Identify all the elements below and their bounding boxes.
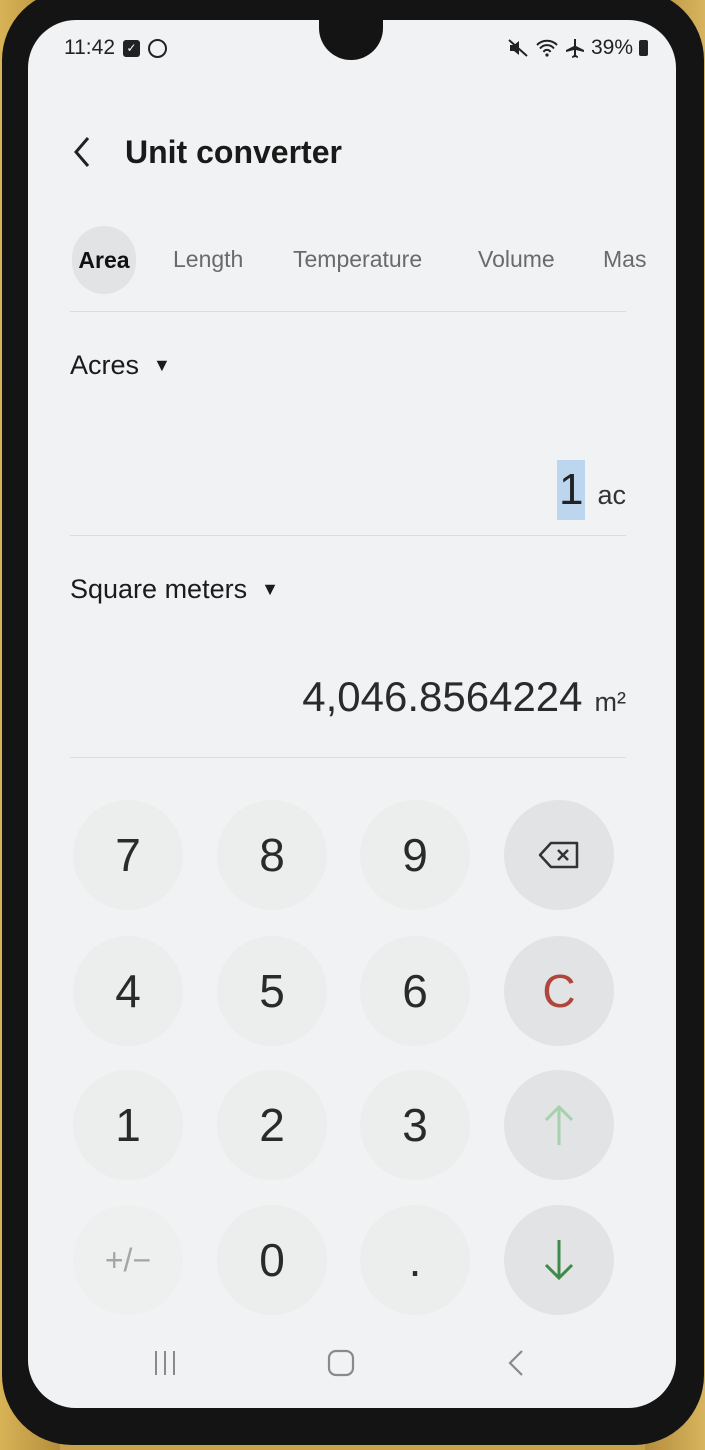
from-unit-symbol: ac xyxy=(597,480,626,510)
status-bar-left: 11:42 ✓ xyxy=(64,36,167,60)
key-7[interactable]: 7 xyxy=(73,800,183,910)
tabs-divider xyxy=(70,311,626,312)
arrow-up-icon xyxy=(544,1104,574,1145)
from-value-field[interactable]: 1 ac xyxy=(556,460,626,520)
from-divider xyxy=(70,535,626,536)
system-navigation-bar xyxy=(28,1348,676,1398)
to-divider xyxy=(70,757,626,758)
key-0[interactable]: 0 xyxy=(217,1205,327,1315)
status-bar-right: 39% xyxy=(507,36,648,60)
page-title: Unit converter xyxy=(125,133,342,170)
back-chevron-icon[interactable] xyxy=(68,132,98,172)
checkbox-notification-icon: ✓ xyxy=(123,39,140,57)
move-down-button[interactable] xyxy=(504,1205,614,1315)
back-nav-icon[interactable] xyxy=(502,1348,532,1378)
clear-button[interactable]: C xyxy=(504,936,614,1046)
key-6[interactable]: 6 xyxy=(360,936,470,1046)
to-value-field[interactable]: 4,046.8564224 m² xyxy=(302,673,626,721)
to-unit-symbol: m² xyxy=(594,687,626,717)
from-unit-dropdown[interactable]: Acres ▼ xyxy=(70,350,171,381)
key-8[interactable]: 8 xyxy=(217,800,327,910)
key-3[interactable]: 3 xyxy=(360,1070,470,1180)
key-9[interactable]: 9 xyxy=(360,800,470,910)
plus-minus-button[interactable]: +/− xyxy=(73,1205,183,1315)
dropdown-caret-icon: ▼ xyxy=(261,579,279,599)
key-4[interactable]: 4 xyxy=(73,936,183,1046)
dropdown-caret-icon: ▼ xyxy=(153,355,171,375)
screen: 11:42 ✓ 39% Unit converter Area Length T… xyxy=(28,20,676,1408)
key-5[interactable]: 5 xyxy=(217,936,327,1046)
from-unit-label: Acres xyxy=(70,350,140,380)
from-value: 1 xyxy=(556,460,586,520)
to-unit-dropdown[interactable]: Square meters ▼ xyxy=(70,574,279,605)
tab-length[interactable]: Length xyxy=(173,246,243,273)
status-time: 11:42 xyxy=(64,36,115,59)
tab-temperature[interactable]: Temperature xyxy=(293,246,422,273)
move-up-button[interactable] xyxy=(504,1070,614,1180)
battery-icon xyxy=(639,40,648,56)
to-value: 4,046.8564224 xyxy=(302,673,583,720)
camera-notch xyxy=(319,20,383,60)
decimal-point-button[interactable]: . xyxy=(360,1205,470,1315)
app-notification-icon xyxy=(148,38,167,58)
recent-apps-icon[interactable] xyxy=(150,1348,180,1378)
tab-volume[interactable]: Volume xyxy=(478,246,555,273)
key-2[interactable]: 2 xyxy=(217,1070,327,1180)
battery-percent: 39% xyxy=(590,36,633,59)
key-1[interactable]: 1 xyxy=(73,1070,183,1180)
home-icon[interactable] xyxy=(326,1348,356,1378)
mute-icon xyxy=(508,39,528,57)
airplane-icon xyxy=(565,39,584,58)
app-header: Unit converter xyxy=(68,132,342,172)
phone-frame: 11:42 ✓ 39% Unit converter Area Length T… xyxy=(2,0,704,1445)
tab-area[interactable]: Area xyxy=(72,226,136,294)
to-unit-label: Square meters xyxy=(70,574,248,604)
category-tabs: Area Length Temperature Volume Mas xyxy=(70,226,676,302)
wifi-icon xyxy=(536,39,558,57)
backspace-icon xyxy=(538,841,579,869)
backspace-button[interactable] xyxy=(504,800,614,910)
arrow-down-icon xyxy=(544,1240,574,1281)
tab-mass[interactable]: Mas xyxy=(603,246,646,273)
